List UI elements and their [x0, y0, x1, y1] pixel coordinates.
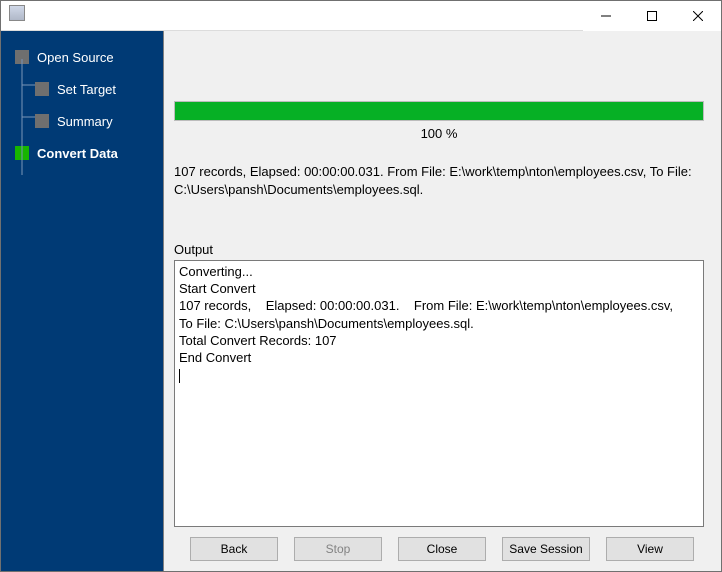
minimize-icon	[601, 11, 611, 21]
step-set-target[interactable]: Set Target	[1, 73, 163, 105]
step-summary[interactable]: Summary	[1, 105, 163, 137]
step-label: Summary	[57, 114, 113, 129]
progress-fill	[175, 102, 703, 120]
window-controls	[583, 1, 721, 31]
output-textarea[interactable]: Converting... Start Convert 107 records,…	[174, 260, 704, 527]
app-icon	[9, 5, 25, 21]
step-open-source[interactable]: Open Source	[1, 41, 163, 73]
step-bullet-icon	[15, 146, 29, 160]
button-row: Back Stop Close Save Session View	[164, 527, 720, 571]
maximize-button[interactable]	[629, 1, 675, 31]
save-session-button[interactable]: Save Session	[502, 537, 590, 561]
step-bullet-icon	[15, 50, 29, 64]
stop-button[interactable]: Stop	[294, 537, 382, 561]
back-button[interactable]: Back	[190, 537, 278, 561]
content-area: 100 % 107 records, Elapsed: 00:00:00.031…	[164, 31, 720, 527]
titlebar-left	[1, 1, 39, 25]
close-button[interactable]: Close	[398, 537, 486, 561]
step-bullet-icon	[35, 82, 49, 96]
output-label: Output	[174, 242, 704, 257]
close-window-button[interactable]	[675, 1, 721, 31]
progress-label: 100 %	[174, 126, 704, 141]
view-button[interactable]: View	[606, 537, 694, 561]
progress-bar	[174, 101, 704, 121]
step-convert-data[interactable]: Convert Data	[1, 137, 163, 169]
progress-section: 100 %	[174, 101, 704, 141]
titlebar	[1, 1, 721, 31]
wizard-sidebar: Open Source Set Target Summary Convert D…	[1, 31, 163, 571]
minimize-button[interactable]	[583, 1, 629, 31]
main-panel: 100 % 107 records, Elapsed: 00:00:00.031…	[164, 31, 721, 571]
close-icon	[693, 11, 703, 21]
body: Open Source Set Target Summary Convert D…	[1, 31, 721, 571]
step-label: Open Source	[37, 50, 114, 65]
step-label: Convert Data	[37, 146, 118, 161]
status-text: 107 records, Elapsed: 00:00:00.031. From…	[174, 163, 704, 198]
app-window: Open Source Set Target Summary Convert D…	[0, 0, 722, 572]
step-label: Set Target	[57, 82, 116, 97]
wizard-steps: Open Source Set Target Summary Convert D…	[1, 41, 163, 169]
maximize-icon	[647, 11, 657, 21]
step-bullet-icon	[35, 114, 49, 128]
